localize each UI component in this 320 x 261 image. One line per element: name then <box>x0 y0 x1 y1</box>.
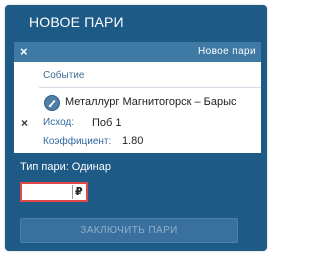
stake-input[interactable] <box>22 184 74 200</box>
outcome-value: Поб 1 <box>92 117 122 129</box>
bet-type: Тип пари: Одинар <box>20 161 111 173</box>
coefficient-label: Коэффициент: <box>43 136 112 147</box>
coefficient-value: 1.80 <box>122 135 144 147</box>
bet-type-label: Тип пари: <box>20 161 69 173</box>
close-icon[interactable]: × <box>20 43 28 61</box>
event-column-header: Событие <box>43 70 85 81</box>
bet-slip-header: × Новое пари <box>14 42 261 62</box>
match-name: Металлург Магнитогорск – Барыс <box>65 96 237 108</box>
bet-slip-header-label: Новое пари <box>197 46 256 57</box>
stake-field: ₽ <box>20 182 88 202</box>
bet-type-value: Одинар <box>71 161 111 173</box>
remove-bet-icon[interactable]: × <box>21 116 28 130</box>
widget-title: НОВОЕ ПАРИ <box>29 14 124 30</box>
outcome-label: Исход: <box>43 117 75 128</box>
divider <box>39 87 261 88</box>
place-bet-button[interactable]: ЗАКЛЮЧИТЬ ПАРИ <box>20 218 238 243</box>
ruble-icon: ₽ <box>75 186 83 198</box>
stake-separator <box>72 185 73 199</box>
hockey-icon <box>44 95 60 111</box>
new-bet-widget: НОВОЕ ПАРИ × Новое пари Событие × Металл… <box>5 5 267 251</box>
bet-slip-body: Событие × Металлург Магнитогорск – Барыс… <box>14 62 261 153</box>
